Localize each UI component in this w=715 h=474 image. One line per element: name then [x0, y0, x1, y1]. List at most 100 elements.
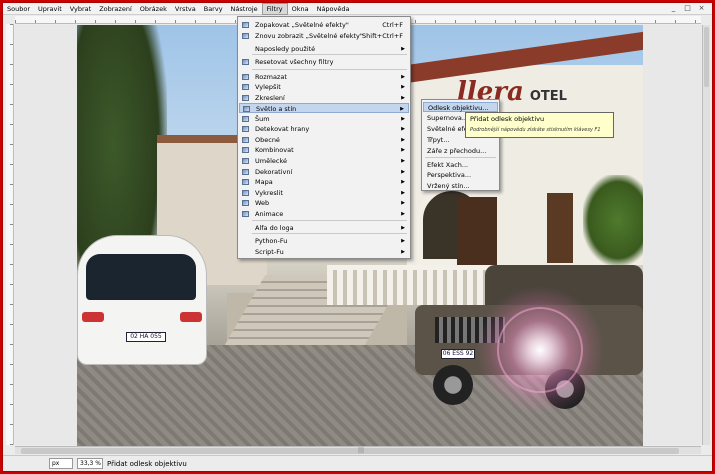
submenu-item[interactable]: Odlesk objektivu...	[423, 102, 498, 112]
filters-menu-item[interactable]: Vylepšit ▶	[239, 82, 409, 92]
filters-menu-item[interactable]: Šum ▶	[239, 114, 409, 124]
submenu-arrow-icon: ▶	[401, 74, 405, 80]
web-icon	[242, 200, 249, 206]
filters-menu-item[interactable]: Umělecké ▶	[239, 156, 409, 166]
map-icon	[242, 179, 249, 185]
filters-menu-item-label: Světlo a stín	[256, 105, 297, 113]
edge-icon	[242, 126, 249, 132]
filters-menu-item[interactable]: Resetovat všechny filtry	[239, 57, 409, 67]
filters-menu-item-label: Python-Fu	[255, 237, 288, 245]
statusbar: px 33,3 % Přidat odlesk objektivu	[3, 455, 712, 471]
maximize-icon[interactable]: □	[683, 4, 692, 13]
filters-menu-item-label: Detekovat hrany	[255, 125, 310, 133]
filters-menu-item[interactable]: Zopakovat „Světelné efekty" Ctrl+F	[239, 20, 409, 30]
horizontal-scrollbar[interactable]: |||	[15, 446, 701, 454]
van-taillight-right	[180, 312, 202, 322]
filters-menu-item[interactable]: Kombinovat ▶	[239, 145, 409, 155]
white-van: 02 HA 055	[77, 235, 207, 365]
menu-vrstva[interactable]: Vrstva	[171, 3, 200, 15]
filters-menu-item[interactable]: Detekovat hrany ▶	[239, 124, 409, 134]
submenu-arrow-icon: ▶	[401, 238, 405, 244]
submenu-item[interactable]: Záře z přechodu...	[423, 146, 498, 156]
submenu-arrow-icon: ▶	[401, 225, 405, 231]
decor-icon	[242, 169, 249, 175]
menu-zobrazeni[interactable]: Zobrazení	[95, 3, 136, 15]
submenu-arrow-icon: ▶	[401, 249, 405, 255]
submenu-item[interactable]: Vržený stín...	[423, 181, 498, 191]
menu-upravit[interactable]: Upravit	[34, 3, 66, 15]
filters-menu-item[interactable]: Zkreslení ▶	[239, 93, 409, 103]
filters-menu-item[interactable]: Světlo a stín ▶	[239, 103, 409, 113]
menu-nastroje[interactable]: Nástroje	[227, 3, 262, 15]
filters-menu-item-label: Vykreslit	[255, 189, 283, 197]
submenu-arrow-icon: ▶	[401, 169, 405, 175]
filters-menu-item-label: Znovu zobrazit „Světelné efekty"	[255, 32, 363, 40]
menu-filtry[interactable]: Filtry	[261, 2, 288, 15]
submenu-arrow-icon: ▶	[401, 158, 405, 164]
menu-vybrat[interactable]: Vybrat	[66, 3, 95, 15]
zoom-select[interactable]: 33,3 %	[77, 458, 103, 469]
repeat-icon	[242, 22, 249, 28]
hotel-door	[457, 197, 497, 267]
filters-menu-item-label: Umělecké	[255, 157, 287, 165]
submenu-item[interactable]: Efekt Xach...	[423, 160, 498, 170]
van-plate: 02 HA 055	[126, 332, 166, 342]
minimize-icon[interactable]: _	[669, 4, 678, 13]
filters-menu-item-label: Vylepšit	[255, 83, 281, 91]
filters-menu-item[interactable]: Obecné ▶	[239, 135, 409, 145]
filters-menu-item[interactable]: Animace ▶	[239, 209, 409, 219]
filters-menu-item[interactable]: Mapa ▶	[239, 177, 409, 187]
filters-menu-item[interactable]: Znovu zobrazit „Světelné efekty" Shift+Ct…	[239, 31, 409, 41]
filters-menu-item[interactable]: Rozmazat ▶	[239, 72, 409, 82]
unit-select[interactable]: px	[49, 458, 73, 469]
status-message: Přidat odlesk objektivu	[107, 459, 187, 468]
van-taillight-left	[82, 312, 104, 322]
shortcut-label: Ctrl+F	[382, 21, 403, 29]
close-icon[interactable]: ×	[697, 4, 706, 13]
filters-menu-item-label: Zkreslení	[255, 94, 285, 102]
menu-obrazek[interactable]: Obrázek	[136, 3, 171, 15]
filters-menu-item[interactable]: Naposledy použité ▶	[239, 44, 409, 54]
filters-menu-item[interactable]: Python-Fu ▶	[239, 236, 409, 246]
filters-menu-item-label: Web	[255, 199, 270, 207]
shortcut-label: Shift+Ctrl+F	[362, 32, 403, 40]
generic-icon	[242, 137, 249, 143]
submenu-arrow-icon: ▶	[401, 116, 405, 122]
filters-menu-item[interactable]: Web ▶	[239, 198, 409, 208]
menu-separator	[252, 220, 407, 221]
submenu-arrow-icon: ▶	[401, 137, 405, 143]
menu-barvy[interactable]: Barvy	[200, 3, 227, 15]
submenu-arrow-icon: ▶	[401, 84, 405, 90]
submenu-arrow-icon: ▶	[401, 95, 405, 101]
filters-menu-item[interactable]: Script-Fu ▶	[239, 247, 409, 257]
submenu-arrow-icon: ▶	[401, 179, 405, 185]
reshow-icon	[242, 33, 249, 39]
blur-icon	[242, 74, 249, 80]
filters-menu-item-label: Animace	[255, 210, 284, 218]
filters-menu-item[interactable]: Vykreslit ▶	[239, 188, 409, 198]
menu-soubor[interactable]: Soubor	[3, 3, 34, 15]
tooltip-help: Podrobnější nápovědu získáte stisknutím …	[470, 127, 601, 133]
vertical-scrollbar-thumb[interactable]	[704, 27, 709, 87]
submenu-arrow-icon: ▶	[400, 106, 404, 112]
submenu-arrow-icon: ▶	[401, 200, 405, 206]
horizontal-scrollbar-thumb[interactable]	[21, 448, 679, 454]
combine-icon	[242, 147, 249, 153]
menu-napoveda[interactable]: Nápověda	[313, 3, 354, 15]
menubar: Soubor Upravit Vybrat Zobrazení Obrázek Vrstv…	[3, 2, 712, 15]
submenu-item[interactable]: Perspektiva...	[423, 170, 498, 180]
vertical-scrollbar[interactable]	[702, 25, 710, 445]
menu-separator	[252, 69, 407, 70]
vertical-ruler[interactable]	[6, 24, 14, 445]
light-shadow-icon	[243, 106, 250, 112]
filters-menu-item-label: Zopakovat „Světelné efekty"	[255, 21, 349, 29]
filters-menu-item[interactable]: Dekorativní ▶	[239, 167, 409, 177]
menu-okna[interactable]: Okna	[288, 3, 313, 15]
lens-flare-ring	[497, 307, 583, 393]
filters-menu-item[interactable]: Alfa do loga ▶	[239, 223, 409, 233]
filters-menu-item-label: Rozmazat	[255, 73, 287, 81]
tooltip: Přidat odlesk objektivu Podrobnější nápo…	[465, 112, 614, 138]
noise-icon	[242, 116, 249, 122]
artistic-icon	[242, 158, 249, 164]
filters-menu-item-label: Obecné	[255, 136, 280, 144]
